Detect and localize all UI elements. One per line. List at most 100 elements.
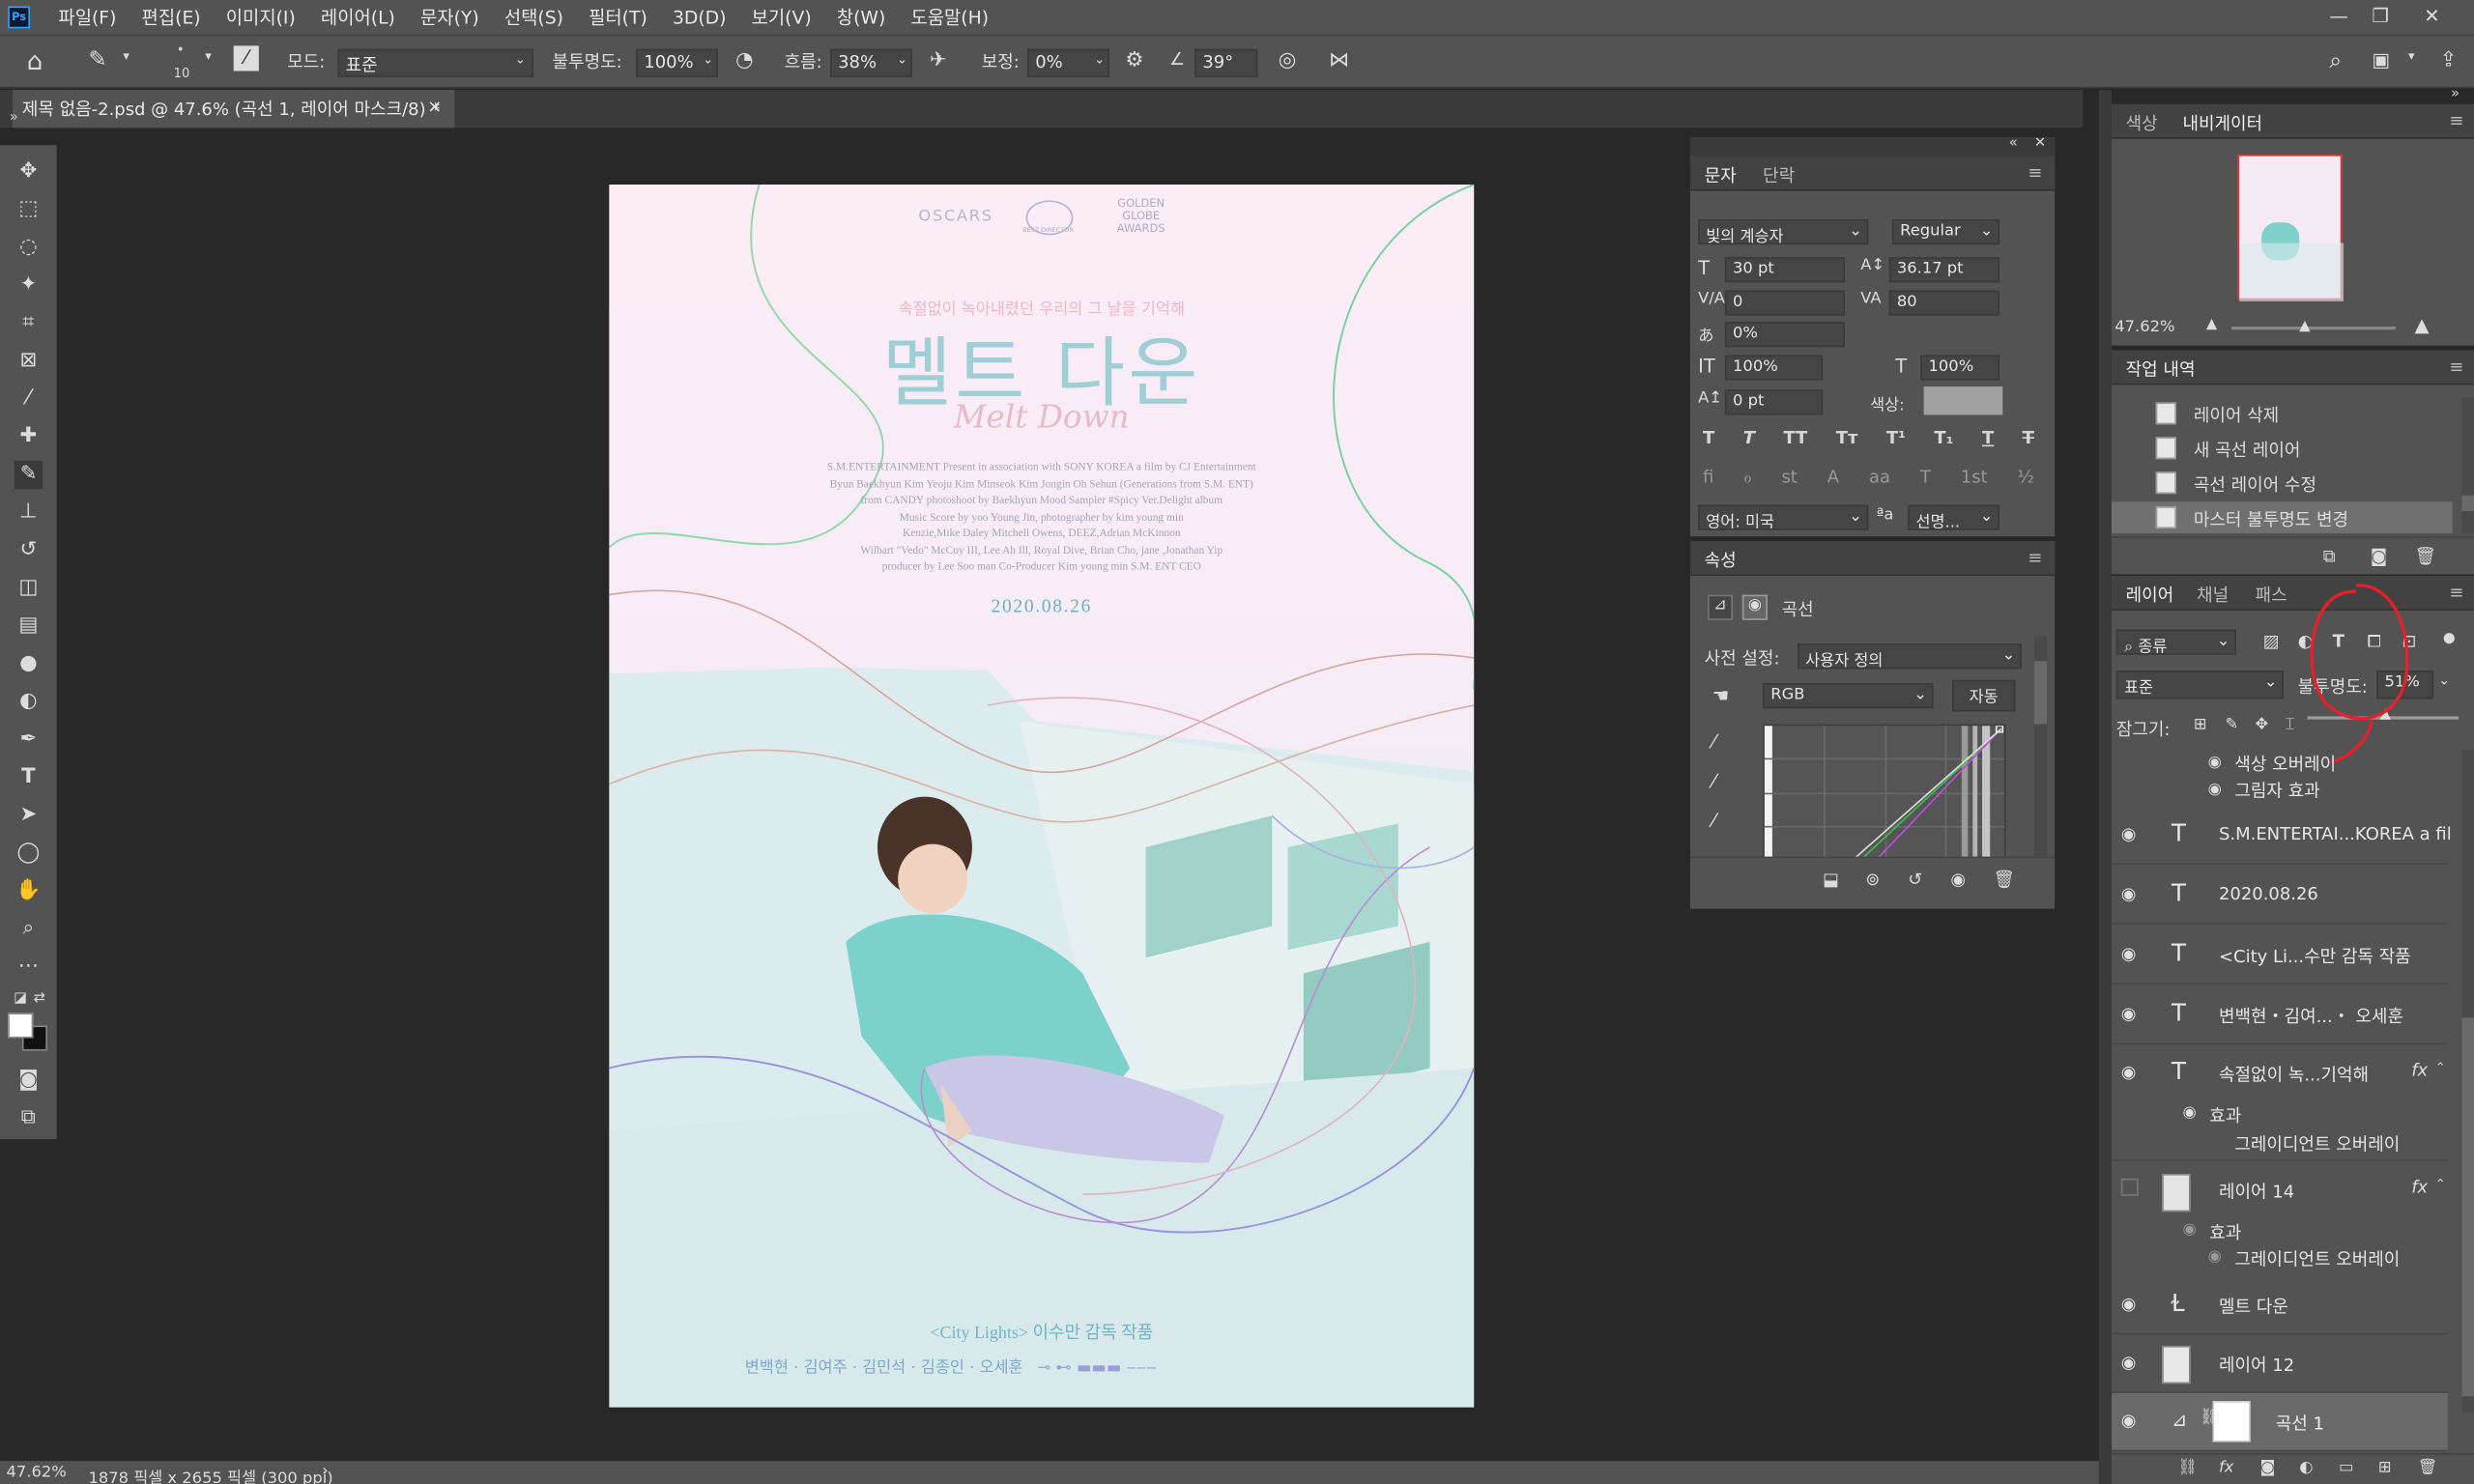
font-family-select[interactable]: 빛의 계승자 ⌄: [1698, 218, 1869, 246]
zoom-out-icon[interactable]: ▲: [2206, 317, 2217, 332]
layer-row[interactable]: ◉ T 변백현・김여...・ 오세훈: [2111, 985, 2448, 1045]
zoom-tool-icon[interactable]: ⌕: [14, 915, 43, 943]
font-style-select[interactable]: Regular ⌄: [1891, 218, 2000, 245]
faux-italic-button[interactable]: T: [1743, 428, 1755, 448]
add-mask-icon[interactable]: ◙: [2259, 1460, 2275, 1477]
ordinals-button[interactable]: 1st: [1961, 467, 1988, 487]
document-tab[interactable]: 제목 없음-2.psd @ 47.6% (곡선 1, 레이어 마스크/8) * …: [13, 90, 455, 128]
panel-menu-icon[interactable]: ≡: [2028, 162, 2042, 183]
swash-button[interactable]: A: [1827, 467, 1839, 487]
restore-icon[interactable]: ❐: [2372, 5, 2389, 27]
eraser-icon[interactable]: ◫: [14, 574, 43, 602]
layer-fx-badge[interactable]: fx: [2411, 1060, 2428, 1080]
visibility-eye-icon[interactable]: ◉: [2121, 944, 2137, 964]
tab-paragraph[interactable]: 단락: [1763, 162, 1795, 187]
chevron-up-icon[interactable]: ⌃: [2435, 1177, 2446, 1191]
language-select[interactable]: 영어: 미국 ⌄: [1698, 504, 1869, 531]
menu-select[interactable]: 선택(S): [492, 5, 576, 30]
menu-edit[interactable]: 편집(E): [129, 5, 213, 30]
history-scrollbar[interactable]: [2461, 397, 2474, 533]
horizontal-scale-field[interactable]: 100%: [1920, 355, 2000, 381]
marquee-tool-icon[interactable]: ⬚: [14, 195, 43, 223]
brush-preset-icon[interactable]: •: [177, 43, 185, 57]
new-adjustment-icon[interactable]: ◐: [2299, 1460, 2313, 1477]
menu-image[interactable]: 이미지(I): [214, 5, 308, 30]
text-color-swatch[interactable]: [1923, 386, 2003, 415]
frame-tool-icon[interactable]: ⊠: [14, 347, 43, 375]
stylistic-alternates-button[interactable]: aa: [1869, 467, 1890, 487]
layer-mask-thumbnail[interactable]: [2212, 1401, 2251, 1442]
subscript-button[interactable]: T₁: [1934, 428, 1953, 448]
layers-scrollbar[interactable]: [2461, 749, 2474, 1413]
visibility-eye-icon[interactable]: ◉: [2121, 1411, 2137, 1431]
minimize-icon[interactable]: —: [2329, 5, 2348, 27]
chevron-down-icon[interactable]: ▾: [2408, 49, 2415, 64]
panel-menu-icon[interactable]: ≡: [2028, 548, 2042, 568]
target-adjust-icon[interactable]: ☚: [1712, 685, 1730, 707]
layer-row[interactable]: ◉ T 2020.08.26: [2111, 866, 2448, 925]
swap-colors-icon[interactable]: ⇄: [25, 985, 53, 1013]
reset-icon[interactable]: ↺: [1908, 870, 1922, 890]
lock-pixels-icon[interactable]: ✎: [2226, 716, 2239, 733]
vertical-scale-field[interactable]: 100%: [1724, 355, 1824, 381]
visibility-eye-icon[interactable]: ◉: [2182, 1221, 2196, 1239]
close-tab-icon[interactable]: ×: [427, 97, 442, 117]
ellipse-tool-icon[interactable]: ◯: [14, 840, 43, 868]
layer-row[interactable]: 레이어 14 fx ⌃ ◉ 효과 ◉ 그레이디언트 오버레이: [2111, 1160, 2448, 1281]
healing-brush-icon[interactable]: ✚: [14, 423, 43, 451]
visibility-eye-icon[interactable]: ◉: [2121, 823, 2137, 843]
font-size-field[interactable]: 30 pt: [1724, 257, 1845, 283]
new-layer-icon[interactable]: ⊞: [2378, 1460, 2392, 1477]
link-layers-icon[interactable]: ⛓: [2178, 1460, 2199, 1477]
foreground-color-swatch[interactable]: [8, 1013, 34, 1039]
status-menu-icon[interactable]: ›: [322, 1463, 329, 1480]
faux-bold-button[interactable]: T: [1703, 428, 1714, 448]
snapshot-icon[interactable]: ◙: [2371, 546, 2387, 566]
visibility-eye-icon[interactable]: ◉: [2121, 1294, 2137, 1314]
zoom-slider-thumb[interactable]: ▲: [2299, 319, 2310, 334]
pressure-size-icon[interactable]: ◎: [1279, 49, 1297, 72]
navigator-thumbnail[interactable]: [2237, 155, 2345, 301]
delete-layer-icon[interactable]: 🗑: [2418, 1460, 2438, 1477]
move-tool-icon[interactable]: ✥: [14, 157, 43, 186]
underline-button[interactable]: T: [1982, 428, 1994, 448]
tracking-field[interactable]: 80: [1888, 290, 2000, 316]
angle-field[interactable]: 39°: [1194, 48, 1258, 78]
zoom-in-icon[interactable]: ▲: [2414, 314, 2429, 336]
smoothing-field[interactable]: 0% ⌄: [1027, 48, 1109, 78]
visibility-eye-icon[interactable]: ◉: [2208, 755, 2222, 772]
menu-layer[interactable]: 레이어(L): [308, 5, 408, 30]
ligatures-button[interactable]: fi: [1703, 467, 1713, 487]
panel-menu-icon[interactable]: ≡: [2449, 110, 2463, 130]
visibility-eye-icon[interactable]: ◉: [2121, 1004, 2137, 1024]
layer-row[interactable]: ◉ T <City Li...수만 감독 작품: [2111, 926, 2448, 985]
symmetry-icon[interactable]: ⋈: [1329, 49, 1349, 72]
curves-graph[interactable]: [1763, 724, 2006, 860]
history-brush-icon[interactable]: ↺: [14, 536, 43, 564]
visibility-icon[interactable]: ◉: [1950, 870, 1966, 890]
preset-select[interactable]: 사용자 정의 ⌄: [1797, 643, 2022, 671]
layer-row-selected[interactable]: ◉ ⊿ ⛓ 곡선 1: [2111, 1392, 2448, 1452]
titling-alternates-button[interactable]: T: [1920, 467, 1931, 487]
collapse-icon[interactable]: «: [2009, 135, 2018, 151]
visibility-eye-icon[interactable]: ◉: [2121, 1352, 2137, 1372]
clone-stamp-icon[interactable]: ⊥: [14, 499, 43, 527]
gear-icon[interactable]: ⚙: [1125, 49, 1143, 72]
panel-menu-icon[interactable]: ≡: [2449, 583, 2463, 603]
tab-color[interactable]: 색상: [2126, 110, 2158, 135]
document-canvas[interactable]: OSCARS BEST DIRECTOR GOLDEN GLOBE AWARDS…: [609, 185, 1475, 1408]
blend-mode-select[interactable]: 표준 ⌄: [2115, 671, 2284, 699]
menu-help[interactable]: 도움말(H): [898, 5, 1001, 30]
eyedropper-white-icon[interactable]: ⁄: [1712, 810, 1715, 832]
layer-row[interactable]: ◉ Ɫ 멜트 다운: [2111, 1276, 2448, 1335]
tab-paths[interactable]: 패스: [2256, 583, 2287, 608]
history-item-selected[interactable]: 마스터 불투명도 변경: [2111, 501, 2453, 533]
add-style-icon[interactable]: fx: [2219, 1460, 2233, 1477]
layer-fx-badge[interactable]: fx: [2411, 1177, 2428, 1197]
tab-character[interactable]: 문자: [1705, 162, 1737, 187]
auto-button[interactable]: 자동: [1952, 679, 2016, 712]
strikethrough-button[interactable]: T: [2023, 428, 2034, 448]
leading-field[interactable]: 36.17 pt: [1888, 257, 2000, 283]
layer-row[interactable]: ◉ 레이어 12: [2111, 1334, 2448, 1393]
flow-field[interactable]: 38% ⌄: [829, 48, 912, 78]
